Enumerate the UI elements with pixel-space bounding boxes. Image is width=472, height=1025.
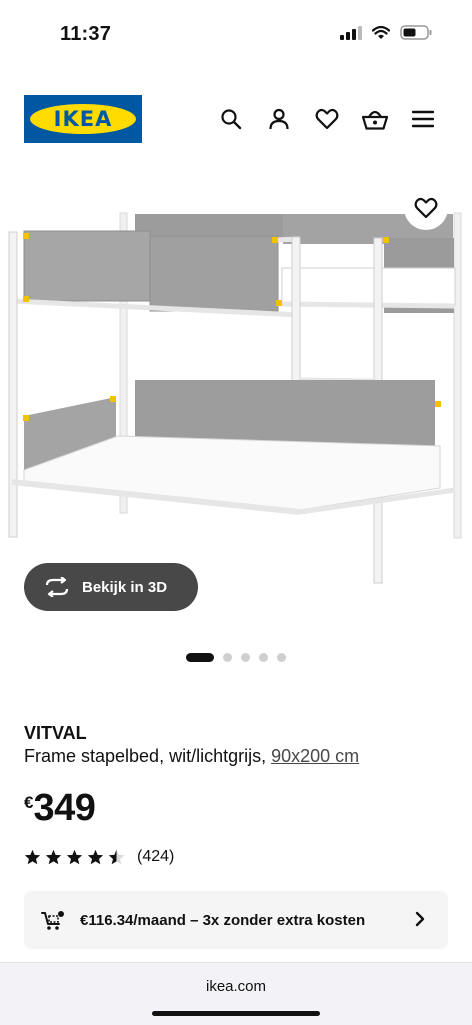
add-to-favourites-button[interactable] (404, 186, 448, 230)
ikea-logo[interactable]: IKEA (24, 95, 142, 143)
favourites-button[interactable] (314, 106, 340, 132)
header-actions (218, 106, 436, 132)
product-rating[interactable]: (424) (24, 848, 174, 866)
star-full-icon (45, 849, 62, 865)
search-icon (221, 109, 242, 130)
status-bar: 11:37 (0, 0, 472, 70)
rotate-3d-icon (44, 577, 70, 597)
address-url: ikea.com (205, 978, 267, 995)
review-count: (424) (137, 848, 175, 865)
price-currency: € (24, 793, 34, 812)
heart-icon (315, 108, 339, 130)
financing-option[interactable]: €116.34/maand – 3x zonder extra kosten (24, 891, 448, 949)
status-icons (340, 25, 432, 40)
shopping-basket-icon (362, 110, 388, 130)
menu-button[interactable] (410, 106, 436, 132)
chevron-right-icon (414, 910, 426, 928)
home-indicator (152, 1011, 320, 1016)
star-full-icon (66, 849, 83, 865)
product-description-text: Frame stapelbed, wit/lichtgrijs, (24, 746, 267, 766)
payment-plan-icon (40, 909, 66, 931)
pagination-dot[interactable] (186, 653, 214, 662)
view-in-3d-label: Bekijk in 3D (82, 578, 168, 596)
browser-address-bar[interactable]: ikea.com (0, 962, 472, 1025)
view-in-3d-button[interactable]: Bekijk in 3D (24, 563, 198, 611)
gallery-pagination (0, 653, 472, 662)
pagination-dot[interactable] (277, 653, 286, 662)
hamburger-menu-icon (412, 110, 434, 128)
product-name: VITVAL (24, 723, 87, 743)
cart-button[interactable] (362, 106, 388, 132)
site-header: IKEA (0, 94, 472, 146)
price-amount: 349 (33, 787, 96, 829)
pagination-dot[interactable] (223, 653, 232, 662)
product-size-link[interactable]: 90x200 cm (271, 746, 359, 766)
status-time: 11:37 (60, 23, 112, 45)
product-description: Frame stapelbed, wit/lichtgrijs, 90x200 … (24, 746, 359, 767)
logo-text: IKEA (53, 107, 113, 131)
account-button[interactable] (266, 106, 292, 132)
logo-oval: IKEA (30, 104, 136, 134)
pagination-dot[interactable] (259, 653, 268, 662)
star-full-icon (87, 849, 104, 865)
wifi-icon (372, 25, 390, 39)
rating-stars (24, 849, 125, 865)
user-icon (269, 108, 289, 130)
financing-text: €116.34/maand – 3x zonder extra kosten (80, 911, 366, 929)
search-button[interactable] (218, 106, 244, 132)
heart-icon (414, 197, 438, 219)
star-full-icon (24, 849, 41, 865)
cellular-signal-icon (340, 25, 362, 40)
battery-icon (400, 25, 432, 40)
product-price: € 349 (24, 787, 96, 830)
star-half-icon (108, 849, 125, 865)
pagination-dot[interactable] (241, 653, 250, 662)
